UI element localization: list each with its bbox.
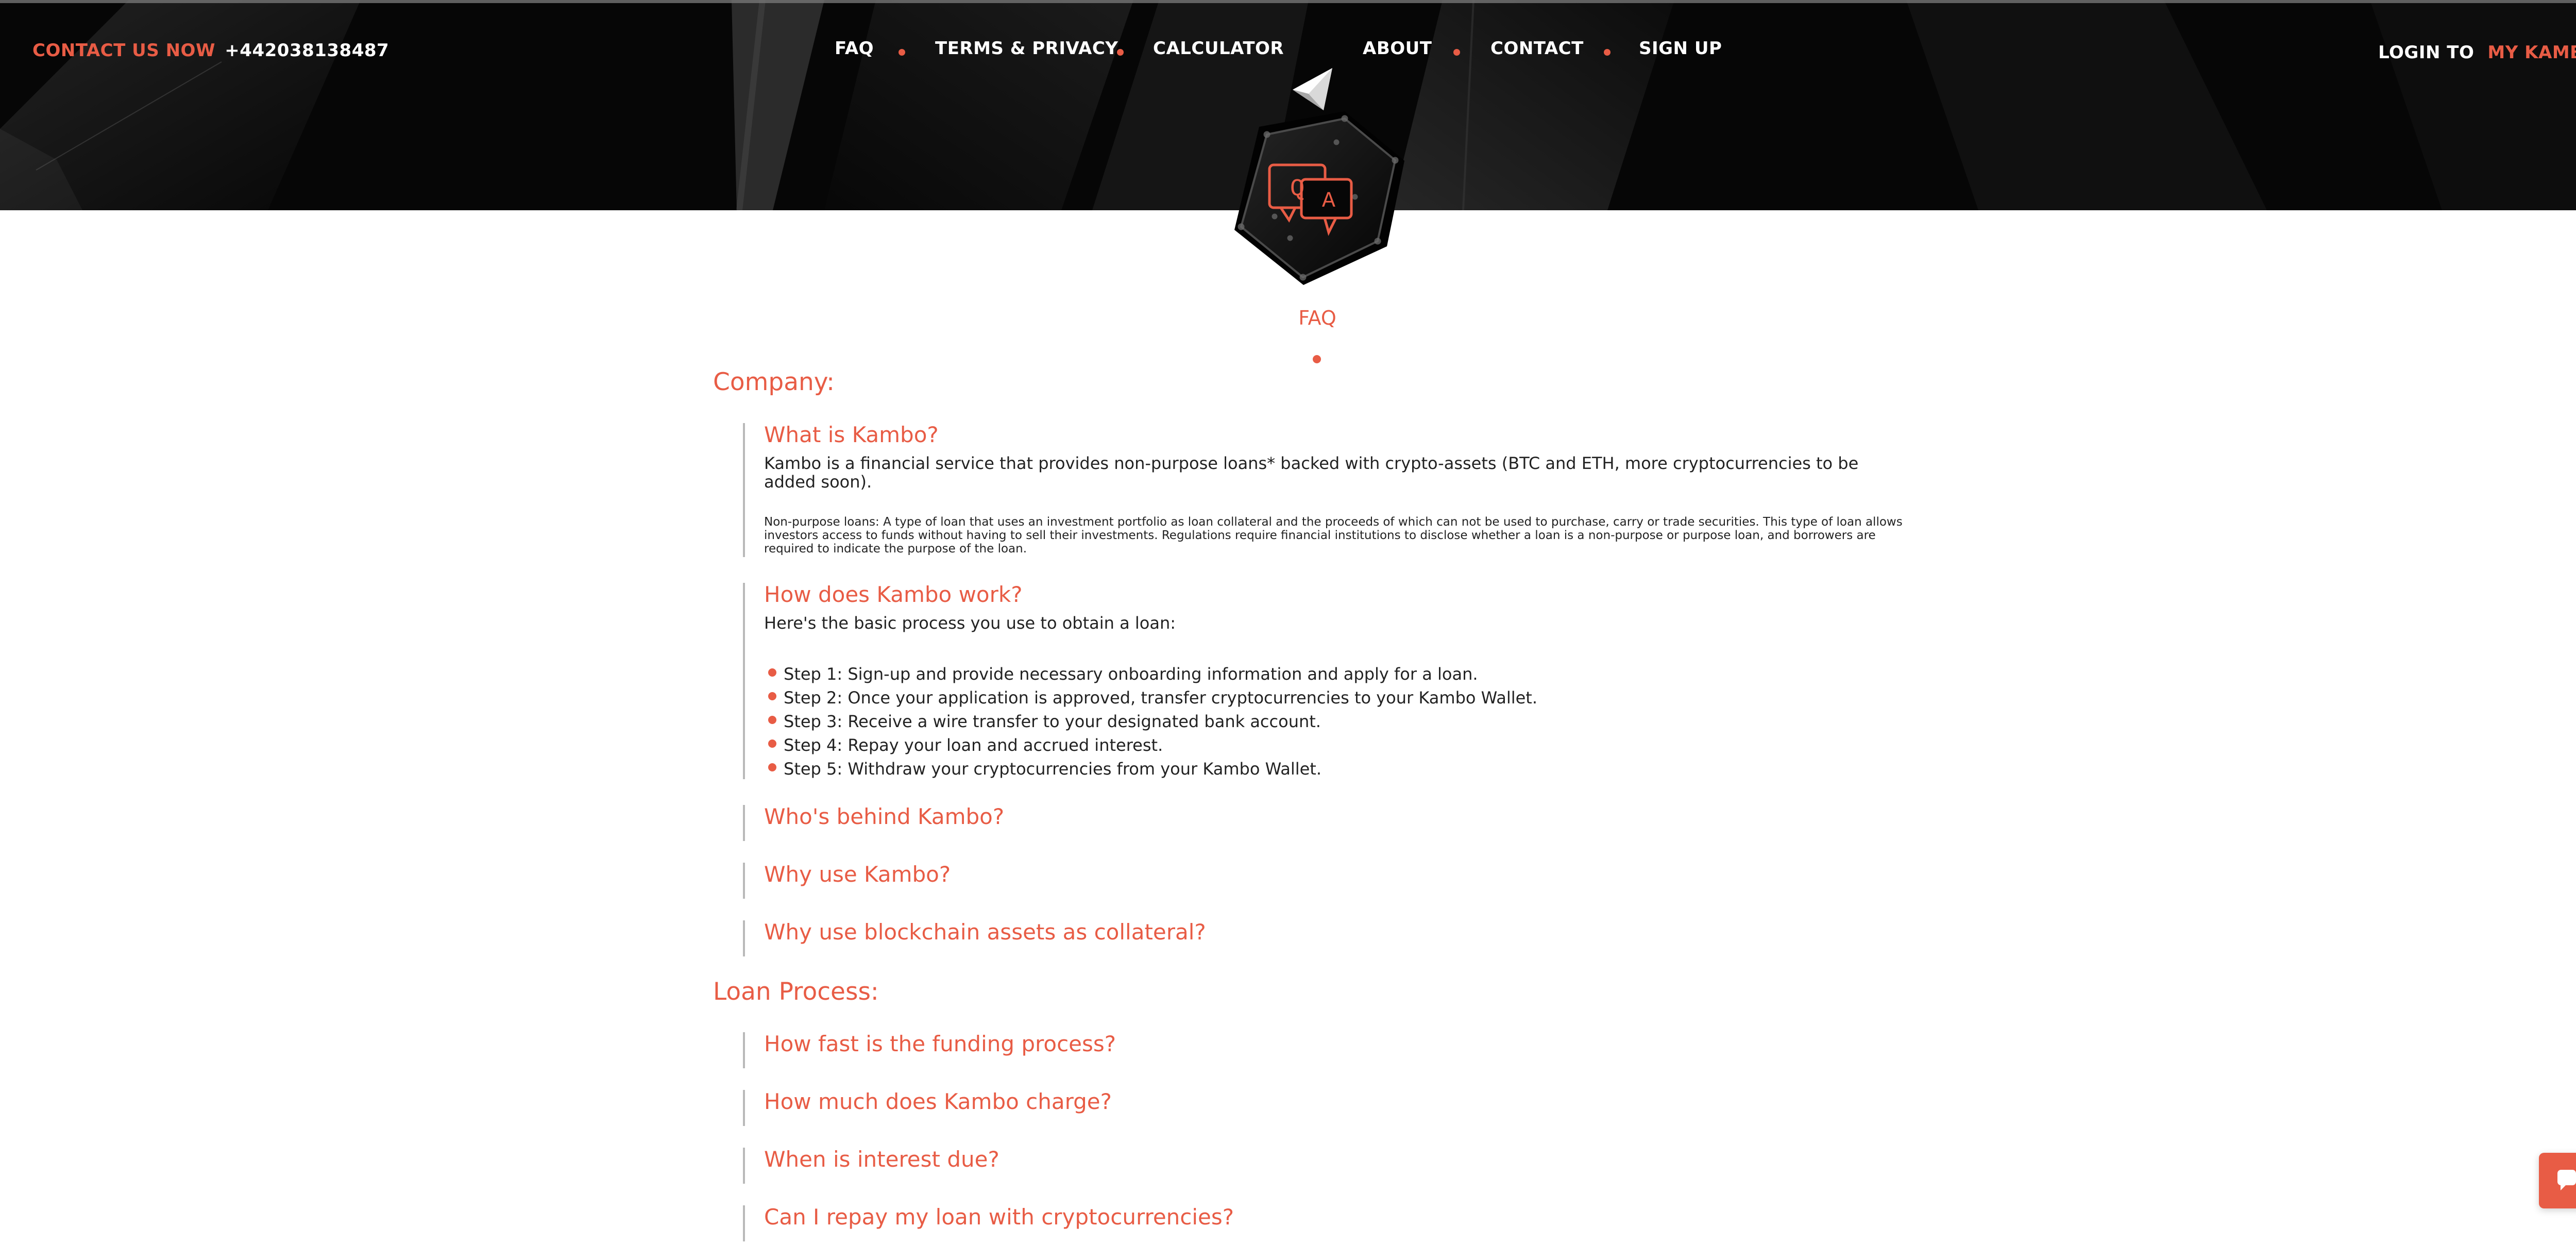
faq-hexagon-badge: Q A — [1234, 111, 1404, 285]
nav-contact[interactable]: CONTACT — [1490, 38, 1584, 59]
a-letter: A — [1322, 188, 1335, 213]
title-decor-dot — [1313, 355, 1321, 363]
faq-question[interactable]: Can I repay my loan with cryptocurrencie… — [764, 1205, 1908, 1229]
section-title-loan-process: Loan Process: — [713, 977, 879, 1006]
section-title-company: Company: — [713, 368, 835, 396]
faq-answer-intro: Here's the basic process you use to obta… — [764, 613, 1176, 633]
faq-page: CONTACT US NOW +442038138487 FAQ TERMS &… — [0, 0, 2576, 1244]
nav-separator-dot — [1604, 49, 1611, 56]
faq-question[interactable]: When is interest due? — [764, 1148, 1908, 1171]
list-item: Step 2: Once your application is approve… — [764, 686, 1908, 710]
faq-question[interactable]: Why use Kambo? — [764, 862, 1908, 886]
nav-separator-dot — [1117, 49, 1124, 56]
header-top-line — [0, 0, 2576, 3]
faq-answer: Kambo is a financial service that provid… — [764, 453, 1859, 492]
faq-item-why-use-blockchain-assets[interactable]: Why use blockchain assets as collateral? — [743, 920, 1908, 956]
loan-steps-list: Step 1: Sign-up and provide necessary on… — [764, 662, 1908, 781]
faq-item-whos-behind-kambo[interactable]: Who's behind Kambo? — [743, 804, 1908, 841]
list-item: Step 3: Receive a wire transfer to your … — [764, 710, 1908, 733]
faq-question[interactable]: Why use blockchain assets as collateral? — [764, 920, 1908, 944]
faq-footnote: Non-purpose loans: A type of loan that u… — [764, 515, 1903, 556]
faq-content: Company: What is Kambo? Kambo is a finan… — [713, 368, 1908, 1242]
faq-item-funding-speed[interactable]: How fast is the funding process? — [743, 1032, 1908, 1069]
nav-faq[interactable]: FAQ — [835, 38, 874, 59]
chat-bubble-icon — [2557, 1170, 2576, 1190]
faq-question[interactable]: How fast is the funding process? — [764, 1032, 1908, 1056]
list-item: Step 4: Repay your loan and accrued inte… — [764, 733, 1908, 757]
faq-item-interest-due[interactable]: When is interest due? — [743, 1148, 1908, 1184]
faq-item-repay-with-crypto[interactable]: Can I repay my loan with cryptocurrencie… — [743, 1205, 1908, 1242]
chat-button[interactable] — [2539, 1153, 2576, 1208]
nav-calculator[interactable]: CALCULATOR — [1153, 38, 1284, 59]
login-area: LOGIN TO MY KAMBO — [2378, 42, 2576, 63]
list-item: Step 1: Sign-up and provide necessary on… — [764, 662, 1908, 686]
faq-question[interactable]: How much does Kambo charge? — [764, 1090, 1908, 1114]
login-prefix: LOGIN TO — [2378, 42, 2475, 63]
nav-sign-up[interactable]: SIGN UP — [1639, 38, 1722, 59]
main-navigation: FAQ TERMS & PRIVACY CALCULATOR ABOUT CON… — [0, 38, 2576, 110]
triangle-logo-icon[interactable] — [1291, 67, 1336, 111]
nav-terms-privacy[interactable]: TERMS & PRIVACY — [935, 38, 1118, 59]
faq-item-why-use-kambo[interactable]: Why use Kambo? — [743, 862, 1908, 899]
nav-separator-dot — [1453, 49, 1460, 56]
page-title: FAQ — [1298, 307, 1336, 329]
faq-question[interactable]: What is Kambo? — [764, 423, 1908, 447]
faq-item-what-is-kambo[interactable]: What is Kambo? Kambo is a financial serv… — [743, 423, 1908, 557]
faq-question[interactable]: How does Kambo work? — [764, 582, 1908, 607]
faq-question[interactable]: Who's behind Kambo? — [764, 804, 1908, 829]
nav-separator-dot — [899, 49, 905, 56]
nav-about[interactable]: ABOUT — [1363, 38, 1432, 59]
faq-item-how-does-kambo-work[interactable]: How does Kambo work? Here's the basic pr… — [743, 582, 1908, 781]
faq-item-kambo-charges[interactable]: How much does Kambo charge? — [743, 1090, 1908, 1127]
list-item: Step 5: Withdraw your cryptocurrencies f… — [764, 757, 1908, 781]
q-letter: Q — [1290, 176, 1304, 203]
my-kambo-link[interactable]: MY KAMBO — [2487, 42, 2576, 63]
